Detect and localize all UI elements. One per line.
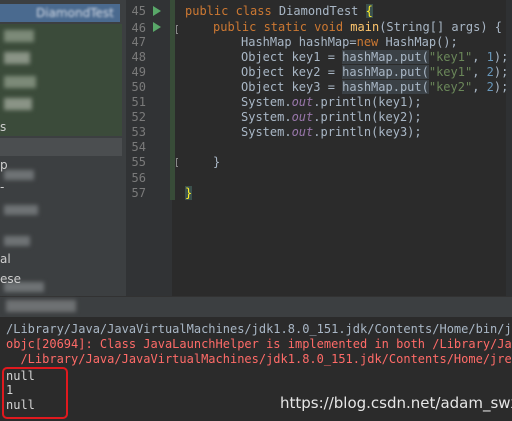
keyword: new — [356, 35, 386, 49]
code-text: HashMap hashMap= — [241, 35, 357, 49]
code-text: System. — [241, 125, 292, 139]
matched-brace: } — [185, 186, 193, 200]
line-number: 52 — [131, 110, 146, 124]
project-selected-item[interactable]: DiamondTest — [0, 4, 120, 22]
project-panel: DiamondTest s p - al ese — [0, 0, 126, 296]
class-name: DiamondTest — [278, 4, 366, 18]
code-text: Object key1 = — [241, 50, 343, 64]
code-line-48: Object key1 = hashMap.put("key1", 1); — [241, 50, 508, 64]
highlighted-call: hashMap.put( — [342, 65, 429, 79]
code-text: , — [472, 65, 487, 79]
code-text: , — [472, 50, 487, 64]
code-text: Object key3 = — [241, 80, 343, 94]
run-tab-blurred[interactable] — [6, 300, 76, 312]
console-command-line: /Library/Java/JavaVirtualMachines/jdk1.8… — [6, 322, 512, 336]
project-selected-label: DiamondTest — [36, 6, 114, 20]
console-error-line: objc[20694]: Class JavaLaunchHelper is i… — [6, 337, 512, 351]
tree-item-blurred[interactable] — [4, 98, 32, 110]
number-literal: 2 — [486, 65, 494, 79]
line-number: 48 — [131, 50, 146, 64]
line-number: 49 — [131, 65, 146, 79]
line-number: 46 — [131, 21, 146, 35]
tree-fragment: s — [0, 120, 7, 134]
code-text: .println(key3); — [313, 125, 422, 139]
code-text: HashMap(); — [385, 35, 458, 49]
matched-brace: { — [365, 4, 373, 18]
code-line-49: Object key2 = hashMap.put("key1", 2); — [241, 65, 508, 79]
code-line-57: } — [185, 186, 193, 200]
run-tab-bar[interactable] — [0, 296, 512, 317]
code-text: System. — [241, 95, 292, 109]
static-field: out — [291, 110, 314, 124]
code-text: ); — [493, 50, 509, 64]
tree-item-blurred[interactable] — [4, 205, 38, 215]
line-number: 56 — [131, 171, 146, 185]
line-number: 54 — [131, 140, 146, 154]
line-number: 55 — [131, 155, 146, 169]
code-line-50: Object key3 = hashMap.put("key2", 2); — [241, 80, 508, 94]
highlighted-call: hashMap.put( — [342, 80, 429, 94]
code-line-51: System.out.println(key1); — [241, 95, 422, 109]
code-line-52: System.out.println(key2); — [241, 110, 422, 124]
tree-fragment: - — [0, 180, 5, 194]
tree-item-blurred[interactable] — [4, 76, 36, 88]
code-text: .println(key1); — [313, 95, 422, 109]
static-field: out — [291, 95, 314, 109]
line-number: 47 — [131, 35, 146, 49]
line-number: 45 — [131, 4, 146, 18]
code-text: .println(key2); — [313, 110, 422, 124]
line-number: 51 — [131, 95, 146, 109]
tree-fragment: p — [0, 158, 8, 172]
run-method-icon[interactable] — [153, 22, 161, 32]
closing-brace: } — [213, 155, 221, 169]
number-literal: 1 — [486, 50, 494, 64]
run-class-icon[interactable] — [153, 6, 161, 16]
code-text: Object key2 = — [241, 65, 343, 79]
editor-scrollbar[interactable] — [506, 0, 512, 296]
watermark: https://blog.csdn.net/adam_swx — [280, 394, 512, 412]
static-field: out — [291, 125, 314, 139]
tree-item-blurred[interactable] — [4, 236, 30, 246]
code-text: ); — [493, 80, 509, 94]
keyword: public static void — [213, 20, 351, 34]
code-line-55: } — [213, 155, 220, 169]
vcs-change-marker — [170, 0, 175, 200]
code-text: (String[] args) { — [379, 20, 503, 34]
tree-item-highlight[interactable] — [0, 138, 122, 156]
string-literal: "key1" — [428, 50, 473, 64]
string-literal: "key1" — [428, 65, 473, 79]
number-literal: 2 — [486, 80, 494, 94]
string-literal: "key2" — [428, 80, 473, 94]
code-line-53: System.out.println(key3); — [241, 125, 422, 139]
code-text: , — [472, 80, 487, 94]
console-error-line: /Library/Java/JavaVirtualMachines/jdk1.8… — [6, 352, 512, 366]
keyword: public class — [185, 4, 279, 18]
code-text: System. — [241, 110, 292, 124]
code-text: ); — [493, 65, 509, 79]
tree-item-blurred[interactable] — [4, 30, 34, 42]
output-highlight-box — [2, 367, 68, 419]
highlighted-call: hashMap.put( — [342, 50, 429, 64]
line-number: 50 — [131, 80, 146, 94]
line-number: 53 — [131, 125, 146, 139]
tree-fragment: al — [0, 252, 11, 266]
line-number: 57 — [131, 186, 146, 200]
code-line-45: public class DiamondTest { — [185, 4, 373, 18]
tree-item-blurred[interactable] — [4, 52, 30, 64]
tree-item-blurred[interactable] — [4, 170, 34, 180]
method-name: main — [350, 20, 380, 34]
code-line-47: HashMap hashMap=new HashMap(); — [241, 35, 458, 49]
code-line-46: public static void main(String[] args) { — [213, 20, 502, 34]
tree-fragment: ese — [0, 272, 22, 286]
